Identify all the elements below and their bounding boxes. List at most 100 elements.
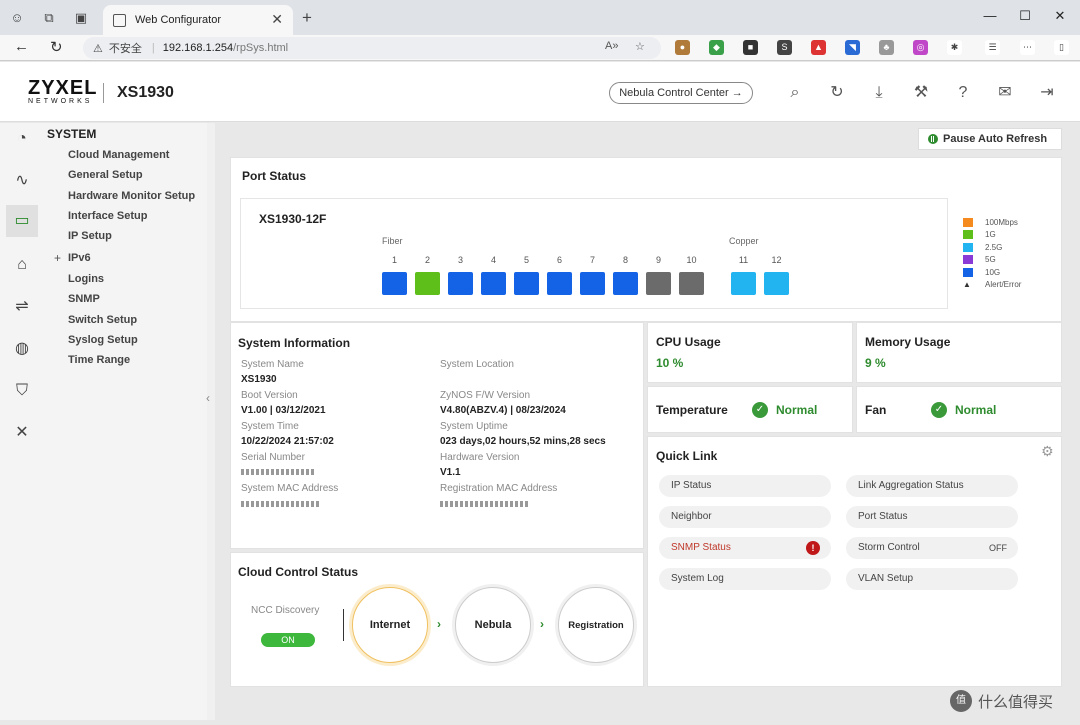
- port-11[interactable]: [731, 272, 756, 295]
- storm-control-state: OFF: [989, 543, 1007, 553]
- sidebar-item-interface-setup[interactable]: Interface Setup: [68, 210, 147, 222]
- collections-icon[interactable]: ⧉: [40, 9, 58, 27]
- profile-icon[interactable]: ☺: [8, 9, 26, 27]
- sidebar-item-time-range[interactable]: Time Range: [68, 354, 130, 366]
- nebula-step: Nebula: [455, 587, 531, 663]
- legend-swatch: [963, 218, 973, 227]
- quick-link-neighbor[interactable]: Neighbor: [659, 506, 831, 528]
- quick-link-storm-control[interactable]: Storm Control OFF: [846, 537, 1018, 559]
- temperature-title: Temperature: [656, 403, 728, 417]
- warning-icon[interactable]: ⚠: [93, 42, 103, 55]
- registration-mac-redacted: [440, 501, 528, 507]
- grey-extension-icon[interactable]: ♣: [879, 40, 894, 55]
- blue-extension-icon[interactable]: ◥: [845, 40, 860, 55]
- sidebar-item-general-setup[interactable]: General Setup: [68, 169, 143, 181]
- sidebar-item-switch-setup[interactable]: Switch Setup: [68, 314, 137, 326]
- extensions-puzzle-icon[interactable]: ✱: [947, 40, 962, 55]
- port-2[interactable]: [415, 272, 440, 295]
- search-icon[interactable]: ⌕: [785, 83, 805, 103]
- cookie-extension-icon[interactable]: ●: [675, 40, 690, 55]
- sidebar-collapse-handle[interactable]: ‹: [206, 123, 215, 720]
- sidebar-item-hardware-monitor-setup[interactable]: Hardware Monitor Setup: [68, 190, 195, 202]
- port-number-label: 12: [771, 255, 782, 265]
- system-icon[interactable]: ▭: [6, 205, 38, 237]
- port-1[interactable]: [382, 272, 407, 295]
- port-4[interactable]: [481, 272, 506, 295]
- sidebar-item-logins[interactable]: Logins: [68, 273, 104, 285]
- security-label[interactable]: 不安全: [109, 40, 142, 56]
- maintenance-icon[interactable]: ⚒: [911, 83, 931, 103]
- gear-icon[interactable]: ⚙: [1041, 443, 1054, 460]
- pause-auto-refresh-button[interactable]: Pause Auto Refresh: [918, 128, 1062, 150]
- logout-icon[interactable]: ⇥: [1037, 83, 1057, 103]
- quick-link-vlan-setup[interactable]: VLAN Setup: [846, 568, 1018, 590]
- sidebar-item-ipv6[interactable]: IPv6: [68, 252, 91, 264]
- port-12[interactable]: [764, 272, 789, 295]
- monitor-icon[interactable]: ∿: [11, 170, 33, 192]
- security-shield-icon[interactable]: ⛉: [11, 380, 33, 402]
- port-5[interactable]: [514, 272, 539, 295]
- quick-link-ip-status[interactable]: IP Status: [659, 475, 831, 497]
- extension-icon[interactable]: ■: [743, 40, 758, 55]
- system-info-title: System Information: [238, 336, 351, 350]
- sidebar-item-ip-setup[interactable]: IP Setup: [68, 230, 112, 242]
- fan-title: Fan: [865, 403, 887, 417]
- cpu-usage-card: CPU Usage 10 %: [647, 322, 853, 383]
- expand-plus-icon[interactable]: +: [54, 251, 61, 265]
- port-number-label: 9: [655, 255, 661, 265]
- network-icon[interactable]: ⌂: [11, 254, 33, 276]
- maximize-icon[interactable]: ☐: [1015, 8, 1035, 24]
- pink-extension-icon[interactable]: ◎: [913, 40, 928, 55]
- port-10[interactable]: [679, 272, 704, 295]
- more-menu-icon[interactable]: ⋯: [1020, 40, 1035, 55]
- sidebar-item-cloud-management[interactable]: Cloud Management: [68, 149, 169, 161]
- quick-link-port-status[interactable]: Port Status: [846, 506, 1018, 528]
- fan-card: Fan ✓ Normal: [856, 386, 1062, 433]
- feedback-icon[interactable]: ✉: [995, 83, 1015, 103]
- tab-actions-icon[interactable]: ▣: [72, 9, 90, 27]
- ncc-discovery-toggle[interactable]: ON: [261, 633, 315, 647]
- favorite-star-icon[interactable]: ☆: [635, 40, 645, 53]
- tools-icon[interactable]: ✕: [11, 422, 33, 444]
- minimize-icon[interactable]: —: [980, 8, 1000, 23]
- url-field[interactable]: ⚠ 不安全 | 192.168.1.254 /rpSys.html A» ☆: [83, 37, 661, 59]
- sidebar-item-snmp[interactable]: SNMP: [68, 293, 100, 305]
- refresh-icon[interactable]: ↻: [827, 83, 847, 103]
- port-7[interactable]: [580, 272, 605, 295]
- serial-number-label: Serial Number: [241, 452, 305, 463]
- port-9[interactable]: [646, 272, 671, 295]
- port-number-label: 5: [523, 255, 529, 265]
- tab-close-icon[interactable]: ✕: [271, 11, 283, 28]
- sidebar-item-syslog-setup[interactable]: Syslog Setup: [68, 334, 138, 346]
- browser-tab[interactable]: Web Configurator ✕: [103, 5, 293, 35]
- port-8[interactable]: [613, 272, 638, 295]
- back-icon[interactable]: ←: [14, 38, 29, 55]
- window-close-icon[interactable]: ✕: [1050, 8, 1070, 24]
- read-aloud-icon[interactable]: A»: [605, 40, 618, 52]
- help-icon[interactable]: ?: [953, 83, 973, 103]
- quick-link-snmp-status[interactable]: SNMP Status !: [659, 537, 831, 559]
- new-tab-icon[interactable]: +: [298, 9, 316, 27]
- legend-label: 1G: [985, 230, 996, 240]
- serial-number-redacted: [241, 469, 315, 475]
- reload-icon[interactable]: ↻: [50, 38, 63, 56]
- legend-label: 5G: [985, 255, 996, 265]
- port-icon[interactable]: ⇌: [11, 296, 33, 318]
- quick-link-link-aggregation-status[interactable]: Link Aggregation Status: [846, 475, 1018, 497]
- globe-icon[interactable]: ◍: [11, 338, 33, 360]
- save-config-icon[interactable]: ⤓: [869, 83, 889, 103]
- port-6[interactable]: [547, 272, 572, 295]
- fiber-label: Fiber: [382, 236, 403, 246]
- favorites-icon[interactable]: ☰: [985, 40, 1000, 55]
- quick-link-system-log[interactable]: System Log: [659, 568, 831, 590]
- red-extension-icon[interactable]: ▲: [811, 40, 826, 55]
- hardware-version-label: Hardware Version: [440, 452, 520, 463]
- port-3[interactable]: [448, 272, 473, 295]
- port-status-card: Port Status XS1930-12F Fiber Copper 1234…: [230, 157, 1062, 322]
- nebula-control-center-button[interactable]: Nebula Control Center →: [609, 82, 753, 104]
- sidebar-toggle-icon[interactable]: ▯: [1054, 40, 1069, 55]
- s-extension-icon[interactable]: S: [777, 40, 792, 55]
- memory-usage-card: Memory Usage 9 %: [856, 322, 1062, 383]
- dashboard-icon[interactable]: ◔: [11, 128, 33, 150]
- android-extension-icon[interactable]: ◆: [709, 40, 724, 55]
